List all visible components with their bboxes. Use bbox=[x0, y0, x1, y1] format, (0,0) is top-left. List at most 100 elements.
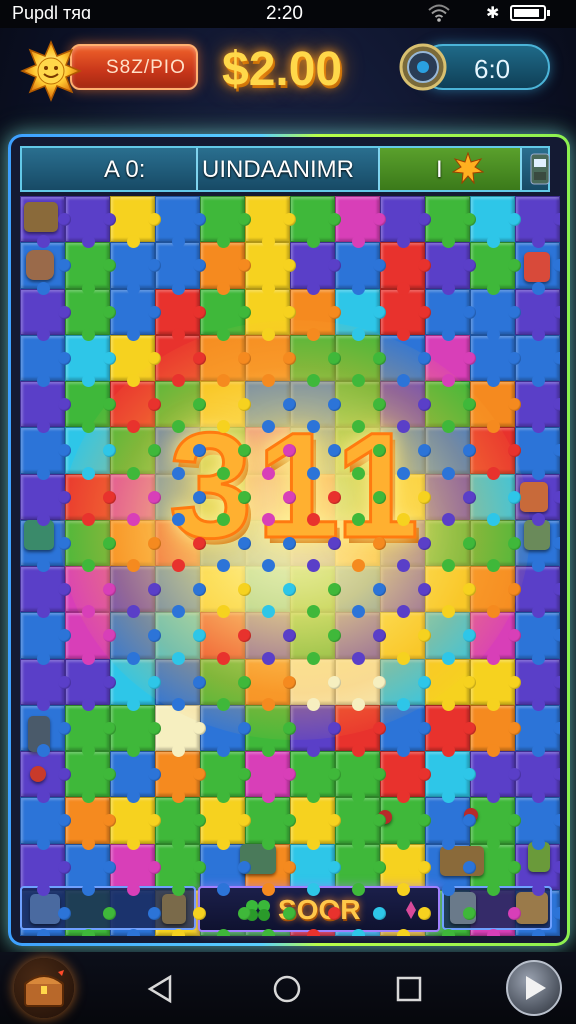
puzzle-tile[interactable] bbox=[245, 751, 296, 804]
puzzle-tile[interactable] bbox=[245, 566, 296, 619]
puzzle-tile[interactable] bbox=[245, 196, 296, 249]
tool-item[interactable] bbox=[520, 482, 548, 512]
puzzle-tile[interactable] bbox=[20, 288, 71, 342]
puzzle-tile[interactable] bbox=[425, 334, 476, 388]
puzzle-tile[interactable] bbox=[290, 797, 341, 850]
puzzle-tile[interactable] bbox=[65, 751, 116, 804]
puzzle-tile[interactable] bbox=[65, 797, 116, 850]
puzzle-tile[interactable] bbox=[65, 288, 116, 342]
slot-machine-icon[interactable] bbox=[530, 152, 550, 186]
treasure-chest-button[interactable] bbox=[14, 958, 74, 1018]
puzzle-tile[interactable] bbox=[380, 288, 431, 342]
puzzle-tile[interactable] bbox=[470, 427, 521, 480]
play-button[interactable] bbox=[506, 960, 562, 1016]
puzzle-tile[interactable] bbox=[425, 751, 476, 804]
puzzle-tile[interactable] bbox=[515, 658, 560, 712]
puzzle-tile[interactable] bbox=[290, 658, 341, 712]
puzzle-tile[interactable] bbox=[245, 334, 296, 388]
puzzle-tile[interactable] bbox=[290, 196, 341, 249]
puzzle-tile[interactable] bbox=[425, 242, 476, 295]
puzzle-tile[interactable] bbox=[335, 658, 386, 712]
puzzle-tile[interactable] bbox=[65, 242, 116, 295]
puzzle-tile[interactable] bbox=[245, 288, 296, 342]
puzzle-tile[interactable] bbox=[155, 658, 206, 712]
puzzle-tile[interactable] bbox=[155, 288, 206, 342]
puzzle-tile[interactable] bbox=[335, 196, 386, 249]
puzzle-tile[interactable] bbox=[20, 612, 71, 665]
puzzle-tile[interactable] bbox=[65, 519, 116, 573]
puzzle-tile[interactable] bbox=[110, 242, 161, 295]
puzzle-tile[interactable] bbox=[20, 658, 71, 712]
score-pill[interactable]: S8Z/PIO bbox=[70, 44, 198, 90]
puzzle-tile[interactable] bbox=[425, 288, 476, 342]
puzzle-tile[interactable] bbox=[200, 612, 251, 665]
puzzle-tile[interactable] bbox=[200, 658, 251, 712]
puzzle-tile[interactable] bbox=[110, 288, 161, 342]
puzzle-tile[interactable] bbox=[110, 196, 161, 249]
puzzle-tile[interactable] bbox=[65, 196, 116, 249]
puzzle-tile[interactable] bbox=[155, 242, 206, 295]
puzzle-tile[interactable] bbox=[515, 797, 560, 850]
puzzle-tile[interactable] bbox=[470, 797, 521, 850]
puzzle-tile[interactable] bbox=[470, 334, 521, 388]
puzzle-tile[interactable] bbox=[20, 381, 71, 434]
puzzle-tile[interactable] bbox=[470, 612, 521, 665]
puzzle-tile[interactable] bbox=[470, 704, 521, 758]
puzzle-tile[interactable] bbox=[65, 566, 116, 619]
puzzle-tile[interactable] bbox=[470, 196, 521, 249]
puzzle-tile[interactable] bbox=[110, 334, 161, 388]
puzzle-tile[interactable] bbox=[110, 704, 161, 758]
puzzle-tile[interactable] bbox=[20, 566, 71, 619]
puzzle-tile[interactable] bbox=[110, 658, 161, 712]
puzzle-tile[interactable] bbox=[470, 381, 521, 434]
puzzle-tile[interactable] bbox=[470, 751, 521, 804]
puzzle-tile[interactable] bbox=[65, 381, 116, 434]
puzzle-tile[interactable] bbox=[515, 288, 560, 342]
puzzle-tile[interactable] bbox=[155, 797, 206, 850]
puzzle-tile[interactable] bbox=[200, 334, 251, 388]
puzzle-tile[interactable] bbox=[200, 797, 251, 850]
puzzle-tile[interactable] bbox=[155, 612, 206, 665]
puzzle-tile[interactable] bbox=[515, 427, 560, 480]
back-triangle-icon[interactable] bbox=[146, 974, 176, 1004]
puzzle-tile[interactable] bbox=[290, 288, 341, 342]
puzzle-tile[interactable] bbox=[515, 751, 560, 804]
puzzle-tile[interactable] bbox=[110, 566, 161, 619]
puzzle-tile[interactable] bbox=[20, 427, 71, 480]
puzzle-tile[interactable] bbox=[515, 381, 560, 434]
puzzle-tile[interactable] bbox=[200, 566, 251, 619]
puzzle-tile[interactable] bbox=[380, 843, 431, 897]
puzzle-tile[interactable] bbox=[335, 288, 386, 342]
chest-item[interactable] bbox=[516, 892, 548, 924]
puzzle-tile[interactable] bbox=[200, 242, 251, 295]
puzzle-tile[interactable] bbox=[335, 751, 386, 804]
puzzle-tile[interactable] bbox=[20, 473, 71, 527]
puzzle-tile[interactable] bbox=[425, 196, 476, 249]
puzzle-tile[interactable] bbox=[380, 334, 431, 388]
puzzle-tile[interactable] bbox=[65, 658, 116, 712]
puzzle-tile[interactable] bbox=[65, 704, 116, 758]
recents-square-icon[interactable] bbox=[394, 974, 424, 1004]
puzzle-tile[interactable] bbox=[110, 751, 161, 804]
home-circle-icon[interactable] bbox=[272, 974, 302, 1004]
puzzle-tile[interactable] bbox=[380, 751, 431, 804]
puzzle-tile[interactable] bbox=[335, 797, 386, 850]
puzzle-tile[interactable] bbox=[155, 751, 206, 804]
puzzle-tile[interactable] bbox=[290, 242, 341, 295]
puzzle-tile[interactable] bbox=[290, 612, 341, 665]
puzzle-tile[interactable] bbox=[245, 797, 296, 850]
puzzle-tile[interactable] bbox=[425, 566, 476, 619]
puzzle-tile[interactable] bbox=[155, 334, 206, 388]
puzzle-tile[interactable] bbox=[65, 612, 116, 665]
puzzle-tile[interactable] bbox=[380, 704, 431, 758]
puzzle-tile[interactable] bbox=[200, 288, 251, 342]
puzzle-tile[interactable] bbox=[425, 612, 476, 665]
puzzle-tile[interactable] bbox=[515, 566, 560, 619]
puzzle-tile[interactable] bbox=[290, 704, 341, 758]
puzzle-tile[interactable] bbox=[425, 797, 476, 850]
puzzle-tile[interactable] bbox=[515, 704, 560, 758]
gift-item[interactable] bbox=[524, 252, 550, 282]
puzzle-tile[interactable] bbox=[290, 566, 341, 619]
puzzle-tile[interactable] bbox=[470, 519, 521, 573]
box-item[interactable] bbox=[162, 894, 186, 924]
